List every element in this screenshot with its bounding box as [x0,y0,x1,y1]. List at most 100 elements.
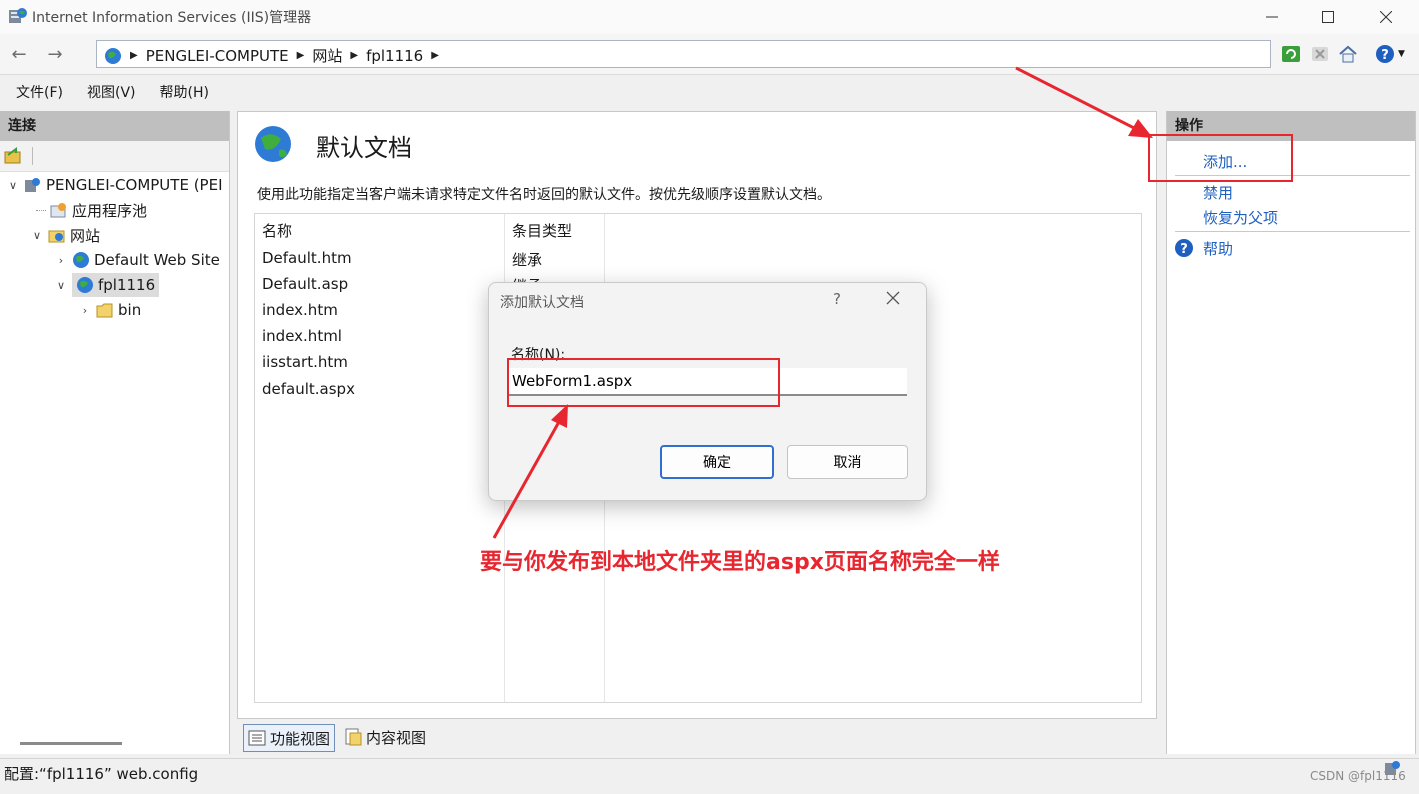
tree-item-app-pools[interactable]: 应用程序池 [36,198,147,222]
tree-item-label: bin [118,301,142,319]
action-disable[interactable]: 禁用 [1203,182,1233,203]
annotation-text: 要与你发布到本地文件夹里的aspx页面名称完全一样 [480,550,1000,575]
dialog-close-button[interactable] [886,289,900,310]
chevron-down-icon[interactable]: ∨ [54,279,68,292]
content-view-icon [345,728,362,746]
tree-selection: fpl1116 [72,273,160,297]
annotation-box-add [1148,134,1293,182]
close-icon [886,291,900,305]
chevron-right-icon: ▶ [296,50,305,61]
action-help[interactable]: 帮助 [1203,238,1233,259]
connections-header: 连接 [0,111,229,141]
menu-help[interactable]: 帮助(H) [148,78,221,108]
breadcrumb: ▶ PENGLEI-COMPUTE ▶ 网站 ▶ fpl1116 ▶ [104,45,439,66]
dialog-title: 添加默认文档 [500,295,584,311]
action-revert-to-parent[interactable]: 恢复为父项 [1203,207,1278,228]
server-icon [25,178,40,192]
window-title: Internet Information Services (IIS)管理器 [32,10,312,26]
chevron-right-icon[interactable]: › [78,304,92,317]
globe-icon [255,126,291,162]
tree-item-label: Default Web Site [94,251,220,269]
home-icon [1339,45,1357,63]
globe-icon [105,47,121,64]
close-icon [1380,11,1392,23]
status-text: 配置:“fpl1116” web.config [4,765,199,783]
horizontal-scrollbar[interactable] [20,742,122,745]
help-dropdown-button[interactable]: ? ▼ [1370,42,1410,66]
list-item[interactable]: Default.asp [262,275,348,293]
tree-item-label: 网站 [70,226,101,245]
tree-item-server[interactable]: ∨ PENGLEI-COMPUTE (PEI [6,173,223,197]
folder-icon [96,303,113,318]
status-bar [0,758,1419,794]
cancel-button[interactable]: 取消 [787,445,908,479]
maximize-button[interactable] [1299,0,1357,34]
maximize-icon [1322,11,1334,23]
watermark: CSDN @fpl1116 [1310,769,1406,783]
menu-file[interactable]: 文件(F) [0,78,75,108]
chevron-right-icon[interactable]: › [54,254,68,267]
list-item[interactable]: default.aspx [262,380,355,398]
stop-icon [1312,47,1328,61]
tree-item-label: 应用程序池 [72,201,148,220]
chevron-down-icon: ▼ [1398,49,1405,59]
tab-features-view[interactable]: 功能视图 [243,724,336,752]
tab-label: 功能视图 [270,729,331,748]
chevron-down-icon[interactable]: ∨ [30,229,44,242]
minimize-icon [1266,16,1278,18]
tree-item-bin[interactable]: › bin [78,298,141,322]
list-item[interactable]: index.htm [262,301,338,319]
tab-content-view[interactable]: 内容视图 [340,724,430,750]
menu-bar: 文件(F) 视图(V) 帮助(H) [0,78,221,108]
globe-icon [73,252,89,268]
breadcrumb-item-site[interactable]: fpl1116 [366,47,423,65]
tree-item-label: fpl1116 [98,276,156,294]
tree-item-sites[interactable]: ∨ 网站 [30,223,100,247]
chevron-right-icon: ▶ [130,50,138,61]
svg-text:?: ? [1381,48,1389,63]
help-icon: ? [1175,239,1193,257]
stop-button[interactable] [1308,42,1332,66]
list-item[interactable]: iisstart.htm [262,353,348,371]
forward-icon: → [47,43,63,65]
list-item-type: 继承 [512,251,543,269]
chevron-right-icon: ▶ [431,50,439,61]
tree-item-fpl1116[interactable]: ∨ fpl1116 [54,273,160,297]
breadcrumb-item-sites[interactable]: 网站 [312,45,342,66]
ok-button[interactable]: 确定 [660,445,774,479]
back-icon: ← [11,43,27,65]
column-header-name[interactable]: 名称 [262,220,292,241]
chevron-down-icon[interactable]: ∨ [6,179,20,192]
minimize-button[interactable] [1243,0,1301,34]
tab-label: 内容视图 [366,728,427,747]
list-item[interactable]: index.html [262,327,342,345]
actions-divider [1175,231,1410,232]
breadcrumb-item-server[interactable]: PENGLEI-COMPUTE [146,47,289,65]
svg-text:?: ? [1180,242,1188,257]
forward-button[interactable]: → [40,42,70,66]
tree-item-default-web-site[interactable]: › Default Web Site [54,248,220,272]
iis-manager-icon [8,7,28,25]
home-button[interactable] [1336,42,1360,66]
tree-line [36,209,46,211]
create-connection-icon[interactable] [4,147,22,165]
back-button[interactable]: ← [4,42,34,66]
refresh-button[interactable] [1279,42,1303,66]
toolbar-divider [32,147,33,165]
annotation-box-name [507,358,780,407]
tree-item-label: PENGLEI-COMPUTE (PEI [46,176,223,194]
menu-view[interactable]: 视图(V) [75,78,148,108]
column-header-type[interactable]: 条目类型 [512,220,572,241]
dialog-help-button[interactable]: ? [833,290,841,308]
globe-icon [77,277,93,293]
help-icon: ? [1376,45,1395,63]
page-title: 默认文档 [316,134,412,162]
page-description: 使用此功能指定当客户端未请求特定文件名时返回的默认文件。按优先级顺序设置默认文档… [257,187,831,203]
close-button[interactable] [1357,0,1415,34]
sites-folder-icon [48,230,65,243]
connections-toolbar [0,141,229,172]
list-item[interactable]: Default.htm [262,249,352,267]
features-view-icon [248,730,266,746]
app-pool-icon [50,203,66,218]
refresh-icon [1282,46,1300,62]
